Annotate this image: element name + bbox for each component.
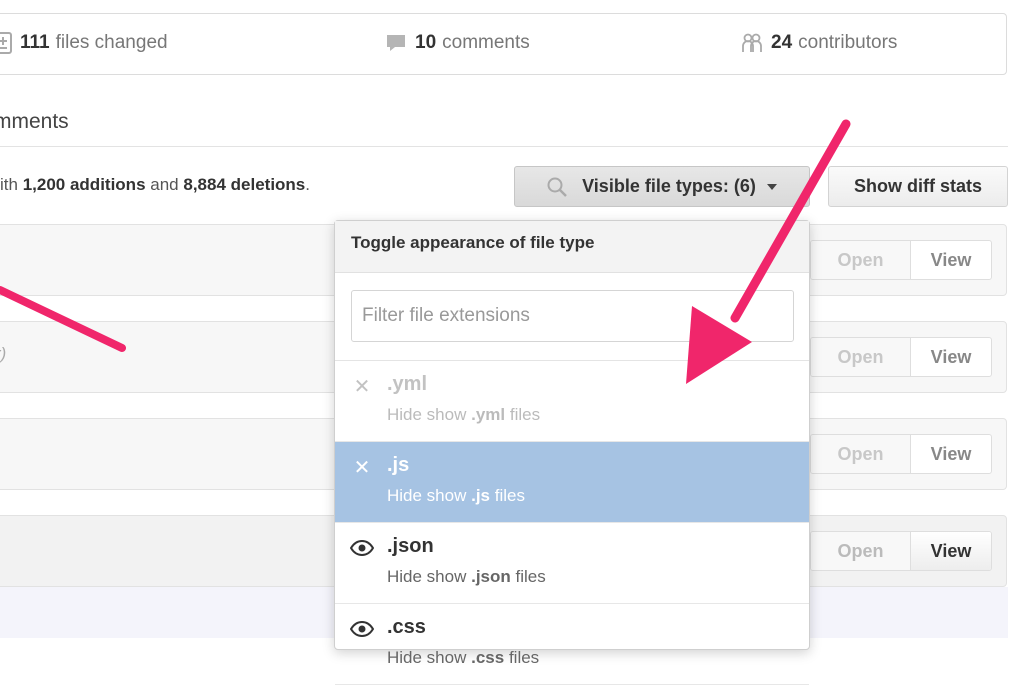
file-type-ext: .yml — [387, 373, 428, 395]
comment-icon — [385, 33, 407, 53]
file-type-item-js[interactable]: ✕ .js Hide show .js files — [335, 442, 809, 523]
show-diff-stats-button[interactable]: Show diff stats — [828, 166, 1008, 207]
contributors-icon — [741, 32, 763, 54]
diff-suffix: . — [305, 175, 310, 194]
open-button[interactable]: Open — [811, 338, 911, 376]
file-type-desc: Hide show .css files — [387, 648, 540, 667]
file-actions: Open View — [810, 240, 992, 280]
comments-count: 10 — [415, 32, 437, 53]
contributors-label: contributors — [798, 32, 898, 53]
file-type-desc: Hide show .js files — [387, 486, 525, 505]
file-type-desc: Hide show .json files — [387, 567, 546, 586]
files-label: files changed — [55, 32, 168, 53]
comments-label: comments — [442, 32, 530, 53]
open-button[interactable]: Open — [811, 435, 911, 473]
section-divider — [0, 146, 1008, 147]
files-changed-stat[interactable]: 111 files changed — [0, 32, 168, 54]
contributors-stat[interactable]: 24 contributors — [741, 32, 897, 54]
file-type-item-css[interactable]: .css Hide show .css files — [335, 604, 809, 685]
diff-and: and — [150, 175, 179, 194]
view-button[interactable]: View — [911, 532, 991, 570]
diff-summary: ith 1,200 additions and 8,884 deletions. — [0, 175, 310, 195]
eye-icon — [349, 616, 375, 642]
diff-prefix: ith — [0, 175, 18, 194]
search-icon — [546, 176, 568, 198]
visible-file-types-button[interactable]: Visible file types: (6) — [514, 166, 810, 207]
file-type-desc: Hide show .yml files — [387, 405, 541, 424]
file-types-label: Visible file types: (6) — [582, 176, 756, 196]
file-diff-icon — [0, 32, 12, 54]
view-button[interactable]: View — [911, 435, 991, 473]
additions-count: 1,200 additions — [22, 175, 146, 194]
caret-down-icon — [766, 183, 778, 191]
file-actions: Open View — [810, 337, 992, 377]
view-button[interactable]: View — [911, 241, 991, 279]
dropdown-title: Toggle appearance of file type — [335, 221, 809, 273]
open-button[interactable]: Open — [811, 241, 911, 279]
file-type-ext: .json — [387, 535, 434, 557]
files-count: 111 — [20, 32, 50, 53]
filter-extensions-input[interactable] — [351, 290, 794, 342]
file-type-item-yml[interactable]: ✕ .yml Hide show .yml files — [335, 361, 809, 442]
file-type-ext: .css — [387, 616, 426, 638]
x-icon: ✕ — [353, 456, 371, 479]
file-row-fragment: r) — [0, 344, 7, 363]
file-actions: Open View — [810, 434, 992, 474]
eye-icon — [349, 535, 375, 561]
open-button[interactable]: Open — [811, 532, 911, 570]
x-icon: ✕ — [353, 375, 371, 398]
file-type-ext: .js — [387, 454, 410, 476]
file-actions: Open View — [810, 531, 992, 571]
view-button[interactable]: View — [911, 338, 991, 376]
comments-stat[interactable]: 10 comments — [385, 32, 530, 54]
file-type-item-json[interactable]: .json Hide show .json files — [335, 523, 809, 604]
section-title: mments — [0, 110, 69, 133]
contributors-count: 24 — [771, 32, 793, 53]
deletions-count: 8,884 deletions — [183, 175, 306, 194]
file-type-dropdown: Toggle appearance of file type ✕ .yml Hi… — [334, 220, 810, 685]
